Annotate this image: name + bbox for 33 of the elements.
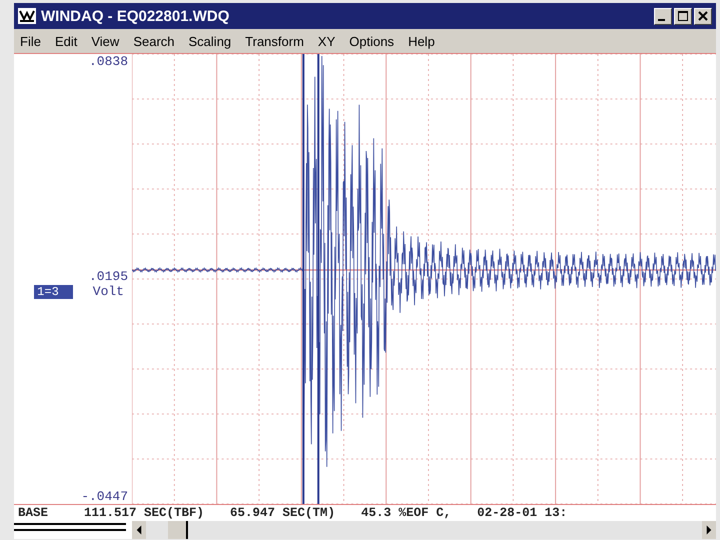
scroll-left-icon[interactable]: [132, 521, 146, 539]
scroll-thumb[interactable]: [168, 521, 188, 539]
close-button[interactable]: [694, 8, 712, 24]
cursor-line[interactable]: [317, 54, 320, 504]
minimize-icon: [658, 19, 665, 21]
maximize-button[interactable]: [674, 8, 692, 24]
menu-item[interactable]: Edit: [54, 34, 78, 48]
unit-label: Volt: [92, 284, 124, 299]
axis-label: .0838: [88, 54, 128, 69]
close-icon: [698, 11, 708, 21]
menu-item[interactable]: File: [20, 34, 41, 48]
minimize-button[interactable]: [654, 8, 672, 24]
menu-item[interactable]: Transform: [245, 34, 304, 48]
menu-item[interactable]: Options: [349, 34, 394, 48]
axis-label: -.0447: [81, 489, 128, 504]
status-text: 111.517 SEC(TBF): [84, 506, 204, 520]
status-text: 65.947 SEC(TM): [230, 506, 336, 520]
axis-label: .0195: [88, 269, 128, 284]
status-text: 02-28-01 13:: [477, 506, 568, 520]
maximize-icon: [678, 11, 688, 21]
menu-item[interactable]: View: [91, 34, 120, 48]
horizontal-scrollbar[interactable]: [132, 521, 716, 539]
status-text: 45.3 %EOF C,: [361, 506, 452, 520]
menu-item[interactable]: Help: [408, 34, 435, 48]
scroll-right-icon[interactable]: [702, 521, 716, 539]
menu-item[interactable]: Scaling: [188, 34, 232, 48]
status-text: BASE: [18, 506, 48, 520]
channel-label[interactable]: 1=3: [34, 284, 73, 298]
cursor-line[interactable]: [302, 54, 304, 504]
app-icon: [18, 8, 36, 24]
menu-item[interactable]: Search: [133, 34, 175, 48]
window-title: WINDAQ - EQ022801.WDQ: [41, 8, 230, 24]
menu-item[interactable]: XY: [318, 34, 336, 48]
